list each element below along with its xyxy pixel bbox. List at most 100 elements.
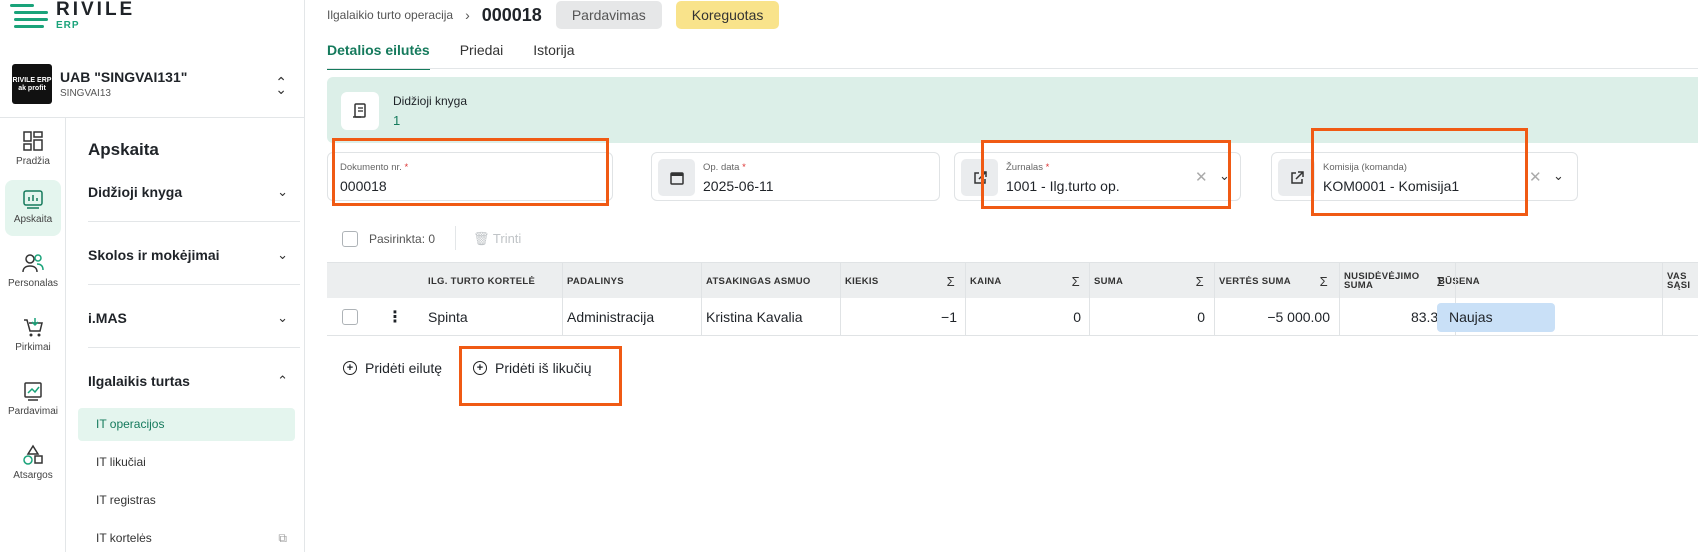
clear-icon[interactable]: ✕ bbox=[1529, 168, 1542, 186]
highlight-add-from-balance bbox=[459, 346, 622, 406]
status-badge: Koreguotas bbox=[675, 1, 780, 29]
col-header-card[interactable]: ILG. TURTO KORTELĖ bbox=[428, 263, 538, 299]
section-label: Skolos ir mokėjimai bbox=[88, 247, 220, 263]
col-header-qty[interactable]: KIEKIS Σ bbox=[845, 263, 961, 299]
tab-detalios-eilutes[interactable]: Detalios eilutės bbox=[327, 42, 430, 70]
row-checkbox[interactable] bbox=[342, 309, 358, 325]
divider bbox=[88, 284, 300, 285]
menu-item-it-korteles[interactable]: IT kortelės ⧉ bbox=[78, 522, 295, 552]
menu-item-label: IT operacijos bbox=[96, 417, 165, 431]
nav-item-apskaita[interactable]: Apskaita bbox=[5, 180, 61, 236]
menu-item-label: IT kortelės bbox=[96, 531, 152, 545]
calendar-icon[interactable] bbox=[658, 159, 695, 196]
select-all-checkbox[interactable] bbox=[342, 231, 358, 247]
menu-item-it-likuciai[interactable]: IT likučiai bbox=[78, 446, 295, 479]
add-row-button[interactable]: + Pridėti eilutę bbox=[343, 360, 442, 376]
sum-icon: Σ bbox=[946, 273, 955, 289]
col-header-value-sum[interactable]: VERTĖS SUMA Σ bbox=[1219, 263, 1334, 299]
accounting-icon bbox=[23, 190, 43, 209]
tab-istorija[interactable]: Istorija bbox=[533, 42, 574, 70]
chevron-right-icon: › bbox=[465, 7, 470, 23]
ledger-title: Didžioji knyga bbox=[393, 94, 468, 108]
op-date-field[interactable]: Op. data * 2025-06-11 bbox=[651, 152, 940, 201]
col-header-price[interactable]: KAINA Σ bbox=[970, 263, 1086, 299]
nav-item-pardavimai[interactable]: Pardavimai bbox=[5, 372, 61, 428]
people-icon bbox=[22, 254, 44, 273]
chevron-down-icon[interactable]: ⌄ bbox=[1553, 168, 1564, 184]
col-label: SUMA bbox=[1094, 275, 1124, 287]
main-content: Ilgalaikio turto operacija › 000018 Pard… bbox=[305, 0, 1698, 552]
table-row[interactable]: ⋮ Spinta Administracija Kristina Kavalia… bbox=[327, 298, 1698, 336]
menu-item-label: IT likučiai bbox=[96, 455, 146, 469]
type-badge: Pardavimas bbox=[555, 1, 662, 29]
cell-qty[interactable]: −1 bbox=[845, 298, 957, 336]
external-link-icon: ⧉ bbox=[278, 531, 287, 545]
chevron-updown-icon[interactable]: ⌃ ⌄ bbox=[275, 74, 287, 108]
cell-value-sum[interactable]: −5 000.00 bbox=[1219, 298, 1330, 336]
left-sidebar: RIVILE ERP RIVILE ERP ak profit UAB "SIN… bbox=[0, 0, 305, 552]
scroll-doc-icon bbox=[341, 92, 379, 130]
nav-item-pirkimai[interactable]: Pirkimai bbox=[5, 308, 61, 364]
nav-label: Pardavimai bbox=[7, 406, 59, 417]
delete-button[interactable]: 🗑 Trinti bbox=[473, 231, 521, 247]
menu-icon[interactable] bbox=[10, 2, 48, 32]
sum-icon: Σ bbox=[1319, 273, 1328, 289]
menu-section-ilgalaikis-turtas[interactable]: Ilgalaikis turtas ⌃ bbox=[88, 373, 288, 389]
company-name: UAB "SINGVAI131" bbox=[60, 69, 188, 85]
breadcrumb-parent[interactable]: Ilgalaikio turto operacija bbox=[327, 8, 453, 22]
plus-circle-icon: + bbox=[343, 361, 357, 375]
menu-item-it-operacijos[interactable]: IT operacijos bbox=[78, 408, 295, 441]
nav-item-personalas[interactable]: Personalas bbox=[5, 244, 61, 300]
col-header-person[interactable]: ATSAKINGAS ASMUO bbox=[706, 263, 826, 299]
cell-sum[interactable]: 0 bbox=[1094, 298, 1205, 336]
more-vertical-icon[interactable]: ⋮ bbox=[387, 307, 403, 327]
section-label: Didžioji knyga bbox=[88, 184, 183, 200]
tab-priedai[interactable]: Priedai bbox=[460, 42, 504, 70]
company-switcher[interactable]: RIVILE ERP ak profit UAB "SINGVAI131" SI… bbox=[12, 64, 297, 104]
divider bbox=[88, 347, 300, 348]
status-badge[interactable]: Naujas bbox=[1437, 303, 1555, 332]
chevron-down-icon: ⌄ bbox=[277, 310, 288, 325]
menu-section-skolos[interactable]: Skolos ir mokėjimai ⌄ bbox=[88, 247, 288, 263]
col-header-dep-sum[interactable]: NUSIDĖVĖJIMO SUMA Σ bbox=[1344, 263, 1451, 299]
col-header-vat[interactable]: VAS SĄSI bbox=[1667, 263, 1698, 299]
menu-section-imas[interactable]: i.MAS ⌄ bbox=[88, 310, 288, 326]
chevron-up-icon: ⌃ bbox=[277, 373, 288, 388]
dashboard-icon bbox=[23, 131, 43, 151]
brand-name: RIVILE bbox=[56, 0, 136, 20]
nav-label: Atsargos bbox=[13, 470, 53, 481]
menu-item-it-registras[interactable]: IT registras bbox=[78, 484, 295, 517]
highlight-journal bbox=[981, 140, 1231, 209]
tab-bar: Detalios eilutės Priedai Istorija bbox=[327, 42, 605, 70]
cell-card[interactable]: Spinta bbox=[428, 298, 468, 336]
table-toolbar: Pasirinkta: 0 🗑 Trinti bbox=[327, 216, 1698, 262]
table-header: ILG. TURTO KORTELĖ PADALINYS ATSAKINGAS … bbox=[327, 262, 1698, 298]
nav-item-atsargos[interactable]: Atsargos bbox=[5, 436, 61, 492]
module-menu: Apskaita Didžioji knyga ⌄ Skolos ir mokėj… bbox=[66, 118, 305, 552]
delete-label: Trinti bbox=[492, 231, 522, 246]
company-logo: RIVILE ERP ak profit bbox=[12, 64, 52, 104]
col-header-unit[interactable]: PADALINYS bbox=[567, 263, 687, 299]
company-code: SINGVAI13 bbox=[60, 88, 111, 99]
chevron-down-icon: ⌄ bbox=[277, 247, 288, 262]
sales-chart-icon bbox=[24, 382, 42, 401]
col-header-sum[interactable]: SUMA Σ bbox=[1094, 263, 1210, 299]
cell-unit[interactable]: Administracija bbox=[567, 298, 654, 336]
nav-item-pradzia[interactable]: Pradžia bbox=[5, 122, 61, 178]
app-logo[interactable]: RIVILE ERP bbox=[10, 0, 135, 34]
sum-icon: Σ bbox=[1071, 273, 1080, 289]
cell-price[interactable]: 0 bbox=[970, 298, 1081, 336]
nav-label: Pradžia bbox=[16, 156, 50, 167]
external-link-icon[interactable] bbox=[1278, 159, 1315, 196]
section-label: i.MAS bbox=[88, 310, 127, 326]
menu-section-didzioji-knyga[interactable]: Didžioji knyga ⌄ bbox=[88, 184, 288, 200]
menu-title: Apskaita bbox=[88, 140, 159, 159]
cell-dep-sum[interactable]: 83.33 bbox=[1344, 298, 1446, 336]
sum-icon: Σ bbox=[1195, 273, 1204, 289]
ledger-value: 1 bbox=[393, 113, 401, 128]
field-label: Op. data bbox=[703, 162, 740, 173]
op-date-value[interactable]: 2025-06-11 bbox=[703, 178, 774, 194]
nav-label: Pirkimai bbox=[15, 342, 51, 353]
cell-person[interactable]: Kristina Kavalia bbox=[706, 298, 803, 336]
col-label: NUSIDĖVĖJIMO SUMA bbox=[1344, 270, 1420, 291]
